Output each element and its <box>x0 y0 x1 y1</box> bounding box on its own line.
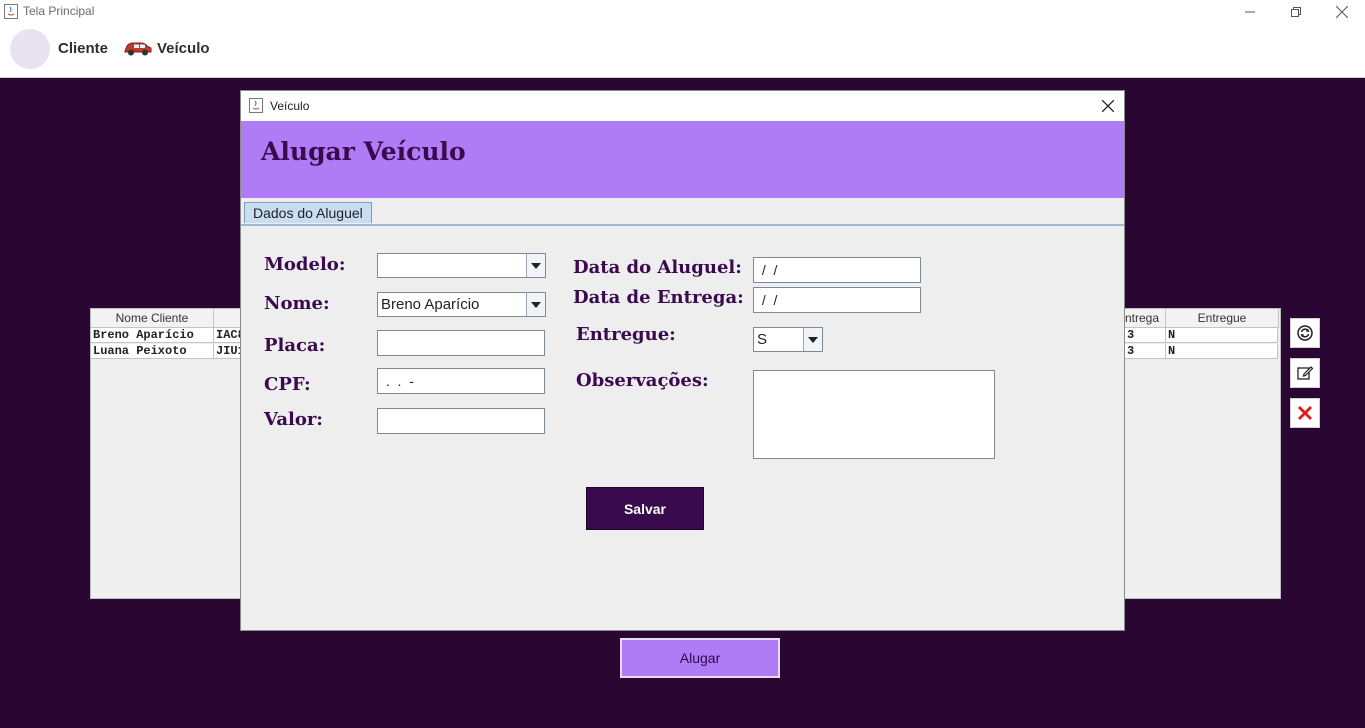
table-row-2-entrega[interactable]: 3 <box>1125 344 1166 359</box>
menu-cliente[interactable]: Cliente <box>58 40 108 57</box>
data-aluguel-field[interactable]: / / <box>753 257 921 283</box>
label-cpf: CPF: <box>264 374 311 395</box>
delete-button[interactable] <box>1290 398 1320 428</box>
dialog-title-bar: Veículo <box>241 91 1124 121</box>
chevron-down-icon <box>808 336 818 343</box>
tab-strip: Dados do Aluguel <box>241 198 1124 225</box>
modelo-combobox[interactable] <box>377 253 546 278</box>
table-row-2-nome[interactable]: Luana Peixoto <box>91 344 214 359</box>
dialog-title: Veículo <box>270 99 310 113</box>
refresh-icon <box>1297 325 1313 341</box>
dialog-close-button[interactable] <box>1097 96 1119 116</box>
dialog-header: Alugar Veículo <box>241 121 1124 198</box>
table-row-1-nome[interactable]: Breno Aparício <box>91 328 214 343</box>
label-placa: Placa: <box>264 335 326 356</box>
restore-button[interactable] <box>1273 0 1319 24</box>
entregue-dropdown-arrow[interactable] <box>803 328 822 351</box>
close-icon <box>1336 6 1348 18</box>
label-data-aluguel: Data do Aluguel: <box>573 257 742 278</box>
dialog-heading: Alugar Veículo <box>261 137 466 166</box>
java-app-icon <box>249 98 263 113</box>
nome-dropdown-arrow[interactable] <box>526 293 545 316</box>
nome-value: Breno Aparício <box>381 296 480 313</box>
alugar-veiculo-dialog: Veículo Alugar Veículo Dados do Aluguel … <box>240 90 1125 631</box>
label-nome: Nome: <box>264 293 330 314</box>
label-valor: Valor: <box>264 409 323 430</box>
table-row-1-entrega[interactable]: 3 <box>1125 328 1166 343</box>
column-header-nome-cliente[interactable]: Nome Cliente <box>91 309 214 328</box>
main-title-bar: Tela Principal <box>0 0 1365 24</box>
placa-field[interactable] <box>377 330 545 356</box>
entregue-combobox[interactable]: S <box>753 327 823 352</box>
close-button[interactable] <box>1319 0 1365 24</box>
table-row-2-entregue[interactable]: N <box>1166 344 1278 359</box>
column-header-entregue[interactable]: Entregue <box>1166 309 1279 328</box>
alugar-button[interactable]: Alugar <box>620 638 780 678</box>
menu-bar: Cliente Veículo <box>0 24 1365 78</box>
window-title: Tela Principal <box>23 4 95 18</box>
label-entregue: Entregue: <box>576 324 676 345</box>
chevron-down-icon <box>531 301 541 308</box>
label-modelo: Modelo: <box>264 254 346 275</box>
column-header-data-entrega[interactable]: ntrega <box>1125 309 1166 328</box>
label-data-entrega: Data de Entrega: <box>573 287 744 308</box>
nome-combobox[interactable]: Breno Aparício <box>377 292 546 317</box>
close-icon <box>1102 100 1114 112</box>
data-entrega-field[interactable]: / / <box>753 287 921 313</box>
menu-veiculo[interactable]: Veículo <box>157 40 210 57</box>
car-icon <box>124 42 152 56</box>
observacoes-textarea[interactable] <box>753 370 995 459</box>
edit-button[interactable] <box>1290 358 1320 388</box>
refresh-button[interactable] <box>1290 318 1320 348</box>
table-row-1-entregue[interactable]: N <box>1166 328 1278 343</box>
tab-divider <box>241 224 1124 226</box>
java-app-icon <box>4 4 18 19</box>
avatar <box>10 29 50 69</box>
delete-icon <box>1298 406 1312 420</box>
modelo-dropdown-arrow[interactable] <box>526 254 545 277</box>
chevron-down-icon <box>531 262 541 269</box>
label-observacoes: Observações: <box>576 370 709 391</box>
edit-icon <box>1297 366 1314 380</box>
restore-icon <box>1291 7 1301 17</box>
cpf-field[interactable]: . . - <box>377 368 545 394</box>
entregue-value: S <box>757 331 768 348</box>
minimize-icon <box>1245 11 1255 13</box>
salvar-button[interactable]: Salvar <box>586 487 704 530</box>
valor-field[interactable] <box>377 408 545 434</box>
tab-dados-do-aluguel[interactable]: Dados do Aluguel <box>244 202 372 223</box>
minimize-button[interactable] <box>1227 0 1273 24</box>
